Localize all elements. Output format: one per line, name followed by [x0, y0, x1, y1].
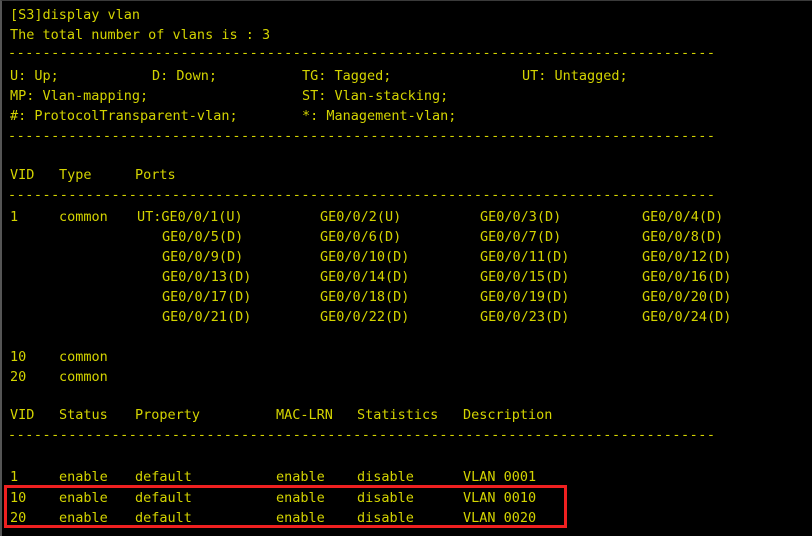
port-entry: GE0/0/16(D) [642, 269, 732, 285]
status-header-description: Description [463, 407, 553, 423]
port-entry: GE0/0/17(D) [162, 289, 252, 305]
ports-row-type: common [59, 369, 108, 385]
status-row-property: default [135, 490, 192, 506]
status-row-statistics: disable [357, 469, 414, 485]
port-entry: GE0/0/8(D) [642, 229, 724, 245]
port-entry: GE0/0/12(D) [642, 249, 732, 265]
separator-rule-2: ----------------------------------------… [8, 128, 716, 144]
ports-row-vid: 20 [10, 369, 27, 385]
port-entry: GE0/0/10(D) [320, 249, 410, 265]
separator-rule-4: ----------------------------------------… [8, 427, 716, 443]
status-row-vid: 1 [10, 469, 19, 485]
port-entry: GE0/0/21(D) [162, 309, 252, 325]
status-row-description: VLAN 0010 [463, 490, 537, 506]
separator-rule-1: ----------------------------------------… [8, 45, 716, 61]
ports-row-type: common [59, 349, 108, 365]
port-entry: GE0/0/22(D) [320, 309, 410, 325]
status-row-property: default [135, 510, 192, 526]
status-header-property: Property [135, 407, 201, 423]
status-row-status: enable [59, 490, 108, 506]
status-row-status: enable [59, 510, 108, 526]
port-entry: GE0/0/24(D) [642, 309, 732, 325]
port-entry: GE0/0/4(D) [642, 209, 724, 225]
status-row-vid: 10 [10, 490, 27, 506]
status-row-vid: 20 [10, 510, 27, 526]
ports-header-ports: Ports [135, 167, 176, 183]
status-row-mac-lrn: enable [276, 469, 325, 485]
status-row-description: VLAN 0020 [463, 510, 537, 526]
legend-management-vlan-label: *: Management-vlan; [302, 108, 457, 124]
status-row-status: enable [59, 469, 108, 485]
port-entry: GE0/0/18(D) [320, 289, 410, 305]
port-entry: GE0/0/14(D) [320, 269, 410, 285]
legend-down-label: D: Down; [152, 68, 218, 84]
port-entry: GE0/0/11(D) [480, 249, 570, 265]
ports-header-vid: VID [10, 167, 35, 183]
status-header-mac-lrn: MAC-LRN [276, 407, 333, 423]
legend-protocol-transparent-label: #: ProtocolTransparent-vlan; [10, 108, 238, 124]
legend-vlan-stacking-label: ST: Vlan-stacking; [302, 88, 449, 104]
status-header-vid: VID [10, 407, 35, 423]
status-row-statistics: disable [357, 490, 414, 506]
legend-untagged-label: UT: Untagged; [522, 68, 628, 84]
command-prompt-line: [S3]display vlan [10, 7, 141, 23]
ports-row-vid: 10 [10, 349, 27, 365]
ports-row-type: common [59, 209, 108, 225]
port-entry: GE0/0/19(D) [480, 289, 570, 305]
status-header-statistics: Statistics [357, 407, 439, 423]
port-entry: GE0/0/15(D) [480, 269, 570, 285]
port-entry: GE0/0/13(D) [162, 269, 252, 285]
port-entry: GE0/0/3(D) [480, 209, 562, 225]
port-entry: GE0/0/7(D) [480, 229, 562, 245]
status-row-mac-lrn: enable [276, 490, 325, 506]
legend-vlan-mapping-label: MP: Vlan-mapping; [10, 88, 149, 104]
port-entry: UT:GE0/0/1(U) [137, 209, 243, 225]
status-header-status: Status [59, 407, 108, 423]
port-entry: GE0/0/20(D) [642, 289, 732, 305]
status-row-description: VLAN 0001 [463, 469, 537, 485]
status-row-property: default [135, 469, 192, 485]
legend-up-label: U: Up; [10, 68, 59, 84]
ports-row-vid: 1 [10, 209, 19, 225]
ports-header-type: Type [59, 167, 92, 183]
port-entry: GE0/0/23(D) [480, 309, 570, 325]
legend-tagged-label: TG: Tagged; [302, 68, 392, 84]
status-row-statistics: disable [357, 510, 414, 526]
separator-rule-3: ----------------------------------------… [8, 187, 716, 203]
terminal-window[interactable]: [S3]display vlan The total number of vla… [0, 0, 812, 536]
total-vlans-line: The total number of vlans is : 3 [10, 27, 271, 43]
status-row-mac-lrn: enable [276, 510, 325, 526]
port-entry: GE0/0/6(D) [320, 229, 402, 245]
port-entry: GE0/0/9(D) [162, 249, 244, 265]
port-entry: GE0/0/2(U) [320, 209, 402, 225]
port-entry: GE0/0/5(D) [162, 229, 244, 245]
